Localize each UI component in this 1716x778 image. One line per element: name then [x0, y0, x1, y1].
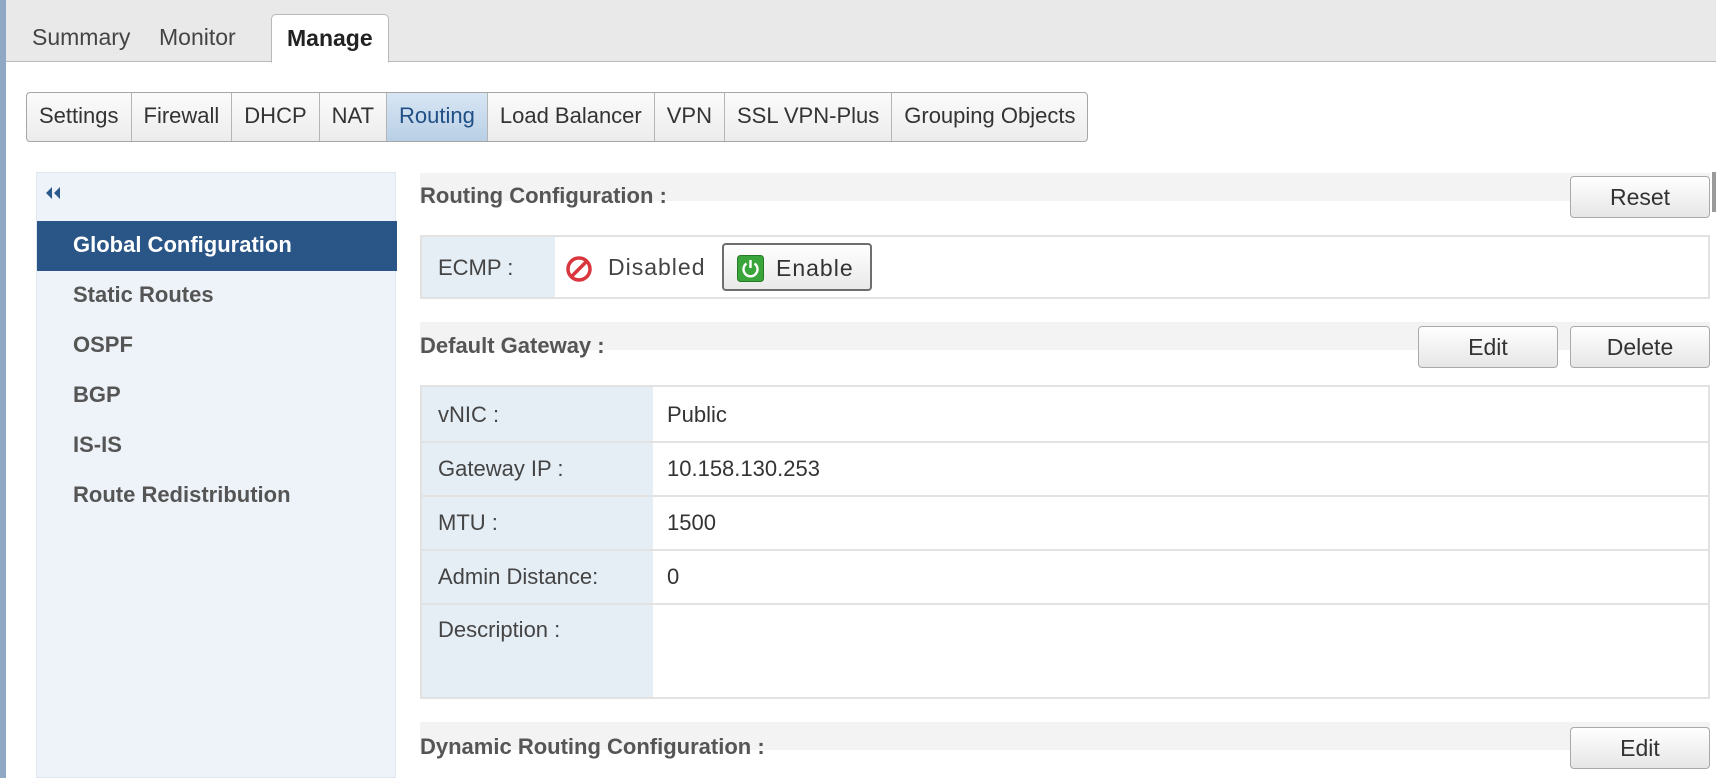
- subtab-firewall[interactable]: Firewall: [132, 93, 233, 141]
- row-label-cell: Description :: [422, 605, 653, 697]
- table-row: Admin Distance: 0: [422, 551, 1708, 605]
- vnic-label: vNIC :: [438, 402, 500, 427]
- scrollbar-edge[interactable]: [1712, 172, 1716, 212]
- admin-distance-label: Admin Distance:: [438, 564, 599, 589]
- sidebar-item-is-is[interactable]: IS-IS: [37, 421, 397, 471]
- row-label-cell: Admin Distance:: [422, 551, 653, 603]
- row-label-cell: vNIC :: [422, 387, 653, 441]
- mtu-value: 1500: [667, 510, 716, 535]
- sidebar-item-bgp[interactable]: BGP: [37, 371, 397, 421]
- subtab-routing[interactable]: Routing: [387, 93, 488, 141]
- tab-monitor[interactable]: Monitor: [159, 14, 236, 62]
- subtab-vpn[interactable]: VPN: [655, 93, 725, 141]
- ecmp-status: Disabled: [608, 254, 706, 280]
- tab-summary[interactable]: Summary: [32, 14, 130, 62]
- subtab-settings[interactable]: Settings: [27, 93, 132, 141]
- window-left-border: [0, 0, 6, 778]
- sidebar-item-ospf[interactable]: OSPF: [37, 321, 397, 371]
- table-row: Gateway IP : 10.158.130.253: [422, 443, 1708, 497]
- sidebar-item-route-redistribution[interactable]: Route Redistribution: [37, 471, 397, 521]
- disabled-icon: [565, 255, 593, 283]
- dynamic-routing-edit-button[interactable]: Edit: [1570, 727, 1710, 769]
- sidebar-item-global-configuration[interactable]: Global Configuration: [37, 221, 397, 271]
- subtab-load-balancer[interactable]: Load Balancer: [488, 93, 655, 141]
- mtu-label: MTU :: [438, 510, 498, 535]
- description-label: Description :: [438, 617, 561, 642]
- power-icon: [737, 255, 764, 282]
- subtab-nat[interactable]: NAT: [320, 93, 388, 141]
- subtab-dhcp[interactable]: DHCP: [232, 93, 320, 141]
- manage-subtab-strip: Settings Firewall DHCP NAT Routing Load …: [26, 92, 1089, 142]
- ecmp-label-cell: ECMP :: [422, 237, 555, 297]
- subtab-ssl-vpn-plus[interactable]: SSL VPN-Plus: [725, 93, 893, 141]
- gateway-ip-value: 10.158.130.253: [667, 456, 820, 481]
- default-gateway-title: Default Gateway :: [420, 333, 605, 358]
- app-window: Summary Monitor Manage Settings Firewall…: [0, 0, 1716, 778]
- enable-button-label: Enable: [776, 255, 854, 281]
- enable-ecmp-button[interactable]: Enable: [722, 243, 872, 291]
- subtab-grouping-objects[interactable]: Grouping Objects: [892, 93, 1087, 141]
- tab-manage[interactable]: Manage: [271, 14, 389, 63]
- row-label-cell: MTU :: [422, 497, 653, 549]
- gateway-ip-label: Gateway IP :: [438, 456, 564, 481]
- gateway-edit-button[interactable]: Edit: [1418, 326, 1558, 368]
- routing-sidebar: Global Configuration Static Routes OSPF …: [36, 172, 397, 778]
- reset-button[interactable]: Reset: [1570, 176, 1710, 218]
- ecmp-label: ECMP :: [438, 255, 514, 280]
- vnic-value: Public: [667, 402, 727, 427]
- ecmp-row: ECMP : Disabled Enable: [420, 235, 1710, 299]
- dynamic-routing-title: Dynamic Routing Configuration :: [420, 734, 765, 759]
- admin-distance-value: 0: [667, 564, 680, 589]
- gateway-delete-button[interactable]: Delete: [1570, 326, 1710, 368]
- top-tab-bar: Summary Monitor Manage: [6, 0, 1716, 63]
- default-gateway-table: vNIC : Public Gateway IP : 10.158.130.25…: [420, 385, 1710, 699]
- double-chevron-left-icon[interactable]: [43, 185, 63, 206]
- row-label-cell: Gateway IP :: [422, 443, 653, 495]
- table-row: vNIC : Public: [422, 387, 1708, 443]
- sidebar-item-static-routes[interactable]: Static Routes: [37, 271, 397, 321]
- table-row: Description :: [422, 605, 1708, 697]
- table-row: MTU : 1500: [422, 497, 1708, 551]
- routing-config-title: Routing Configuration :: [420, 183, 667, 208]
